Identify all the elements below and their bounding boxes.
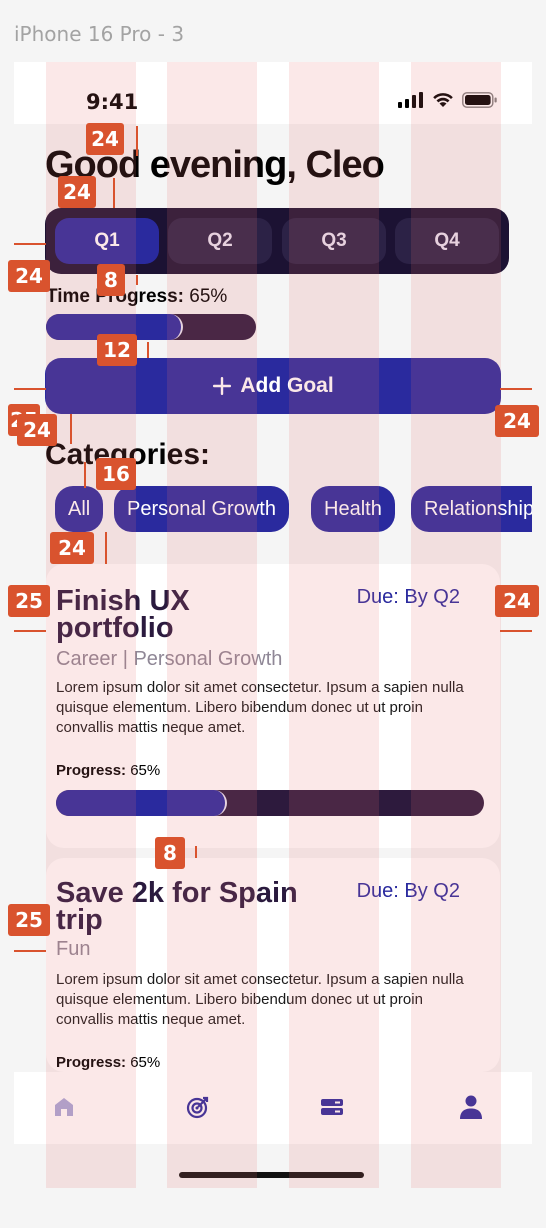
spacing-badge: 24 bbox=[8, 260, 50, 292]
chip-health[interactable]: Health bbox=[311, 486, 395, 532]
home-icon bbox=[55, 1098, 73, 1116]
goal-title-line: Finish UX bbox=[56, 585, 190, 617]
nav-home[interactable] bbox=[49, 1092, 79, 1122]
nav-profile[interactable] bbox=[456, 1092, 486, 1122]
frame-title: iPhone 16 Pro - 3 bbox=[14, 22, 185, 46]
spacing-badge: 24 bbox=[495, 585, 539, 617]
tab-q3[interactable]: Q3 bbox=[282, 218, 386, 264]
spacing-badge: 16 bbox=[96, 458, 136, 490]
goal-progress-title: Progress: bbox=[56, 1054, 127, 1071]
chip-relationships[interactable]: Relationships bbox=[411, 486, 532, 532]
spacing-tick bbox=[84, 462, 86, 488]
spacing-tick bbox=[500, 630, 532, 632]
spacing-tick bbox=[136, 126, 138, 156]
goal-progress-bar bbox=[56, 790, 484, 816]
status-time: 9:41 bbox=[86, 90, 139, 114]
goal-title-line: trip bbox=[56, 904, 103, 936]
spacing-tick bbox=[14, 243, 46, 245]
goal-description: Lorem ipsum dolor sit amet consectetur. … bbox=[56, 679, 464, 736]
goal-title: Save 2k for Spain trip bbox=[56, 877, 298, 936]
chip-all[interactable]: All bbox=[55, 486, 104, 532]
goal-progress-value: 65% bbox=[130, 762, 161, 779]
spacing-tick bbox=[105, 532, 107, 564]
spacing-badge: 8 bbox=[97, 264, 125, 296]
goal-title: Finish UX portfolio bbox=[56, 585, 190, 644]
spacing-tick bbox=[113, 178, 115, 208]
cellular-signal-icon bbox=[398, 92, 423, 108]
nav-storage[interactable] bbox=[317, 1092, 347, 1122]
goal-description: Lorem ipsum dolor sit amet consectetur. … bbox=[56, 971, 464, 1028]
storage-icon bbox=[321, 1099, 343, 1115]
add-goal-label: Add Goal bbox=[240, 374, 334, 397]
tab-q4[interactable]: Q4 bbox=[395, 218, 499, 264]
bottom-nav bbox=[14, 1072, 532, 1144]
time-progress-bar bbox=[46, 314, 256, 340]
plus-icon bbox=[213, 377, 232, 395]
chip-personal-growth[interactable]: Personal Growth bbox=[114, 486, 289, 532]
spacing-badge: 24 bbox=[50, 532, 94, 564]
spacing-badge: 24 bbox=[86, 123, 124, 155]
goal-progress-title: Progress: bbox=[56, 762, 127, 779]
spacing-badge: 24 bbox=[17, 414, 57, 446]
spacing-badge: 25 bbox=[8, 585, 50, 617]
time-progress-value: 65% bbox=[189, 286, 228, 307]
goal-due: Due: By Q2 bbox=[356, 586, 460, 608]
phone-screen: 9:41 Good evening, Cleo Q1 Q2 Q3 Q4 Time… bbox=[14, 62, 532, 1178]
goal-progress-value: 65% bbox=[130, 1054, 161, 1071]
profile-icon bbox=[460, 1095, 482, 1119]
spacing-tick bbox=[147, 342, 149, 358]
goal-card[interactable]: Finish UX portfolio Due: By Q2 Career | … bbox=[46, 564, 500, 848]
spacing-tick bbox=[70, 414, 72, 444]
status-bar: 9:41 bbox=[14, 62, 532, 124]
tab-q1[interactable]: Q1 bbox=[55, 218, 159, 264]
spacing-tick bbox=[14, 630, 46, 632]
status-icons bbox=[398, 92, 498, 108]
goal-title-line: Save 2k for Spain bbox=[56, 877, 298, 909]
goal-due: Due: By Q2 bbox=[356, 880, 460, 902]
spacing-tick bbox=[14, 388, 46, 390]
spacing-tick bbox=[14, 950, 46, 952]
spacing-tick bbox=[500, 388, 532, 390]
spacing-badge: 25 bbox=[8, 904, 50, 936]
add-goal-button[interactable]: Add Goal bbox=[45, 358, 501, 414]
goal-progress-label: Progress: 65% bbox=[56, 762, 160, 779]
category-chips: All Personal Growth Health Relationships bbox=[55, 486, 532, 534]
goal-progress-label: Progress: 65% bbox=[56, 1054, 160, 1071]
goal-categories: Career | Personal Growth bbox=[56, 648, 283, 670]
spacing-tick bbox=[136, 275, 138, 285]
target-icon bbox=[186, 1096, 209, 1119]
goal-progress-fill bbox=[56, 790, 228, 816]
battery-icon bbox=[462, 92, 497, 108]
tab-q2[interactable]: Q2 bbox=[168, 218, 272, 264]
goal-categories: Fun bbox=[56, 938, 91, 960]
goal-card[interactable]: Save 2k for Spain trip Due: By Q2 Fun Lo… bbox=[46, 858, 500, 1072]
spacing-badge: 24 bbox=[58, 176, 96, 208]
spacing-badge: 12 bbox=[97, 334, 137, 366]
home-indicator bbox=[179, 1172, 364, 1178]
wifi-icon bbox=[433, 93, 453, 107]
goal-title-line: portfolio bbox=[56, 612, 174, 644]
time-progress-label: Time Progress: 65% bbox=[46, 286, 227, 308]
spacing-tick bbox=[195, 846, 197, 858]
nav-goals[interactable] bbox=[183, 1092, 213, 1122]
spacing-badge: 24 bbox=[495, 405, 539, 437]
spacing-badge: 8 bbox=[155, 837, 185, 869]
